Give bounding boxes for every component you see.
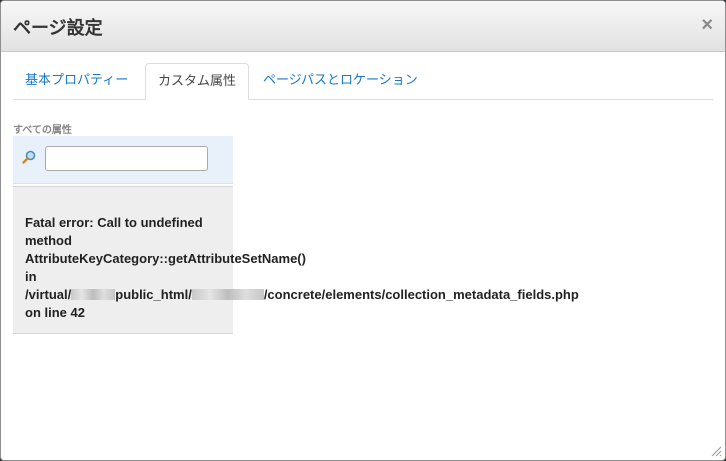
resize-grip-icon[interactable]	[710, 445, 722, 457]
dialog-titlebar[interactable]: ページ設定 ×	[1, 1, 725, 52]
error-line: AttributeKeyCategory::getAttributeSetNam…	[25, 251, 306, 266]
tab-page-path-location[interactable]: ページパスとロケーション	[251, 63, 430, 98]
error-line: on line 42	[25, 305, 85, 320]
close-button[interactable]: ×	[701, 15, 713, 35]
error-line: method	[25, 233, 72, 248]
error-path-prefix: /virtual/	[25, 287, 72, 302]
error-line: in	[25, 269, 37, 284]
tab-basic-properties[interactable]: 基本プロパティー	[13, 63, 140, 98]
attribute-search-input[interactable]	[45, 146, 208, 171]
redacted-segment	[191, 289, 264, 300]
all-attributes-label: すべての属性	[13, 125, 72, 136]
attribute-search-area	[13, 136, 233, 184]
error-path-middle: public_html/	[115, 287, 192, 302]
error-line: Fatal error: Call to undefined	[25, 215, 203, 230]
dialog-title: ページ設定	[13, 18, 103, 38]
search-icon	[22, 150, 36, 164]
error-path-line: /virtual/public_html/ /concrete/elements/…	[25, 286, 645, 304]
tab-bar: 基本プロパティー カスタム属性 ページパスとロケーション	[13, 63, 713, 100]
fatal-error-message: Fatal error: Call to undefined method At…	[25, 214, 645, 322]
error-path-suffix: /concrete/elements/collection_metadata_f…	[263, 287, 579, 302]
page-settings-dialog: ページ設定 × 基本プロパティー カスタム属性 ページパスとロケーション すべて…	[0, 0, 726, 461]
redacted-segment	[71, 289, 116, 300]
tab-custom-attributes[interactable]: カスタム属性	[145, 63, 250, 100]
